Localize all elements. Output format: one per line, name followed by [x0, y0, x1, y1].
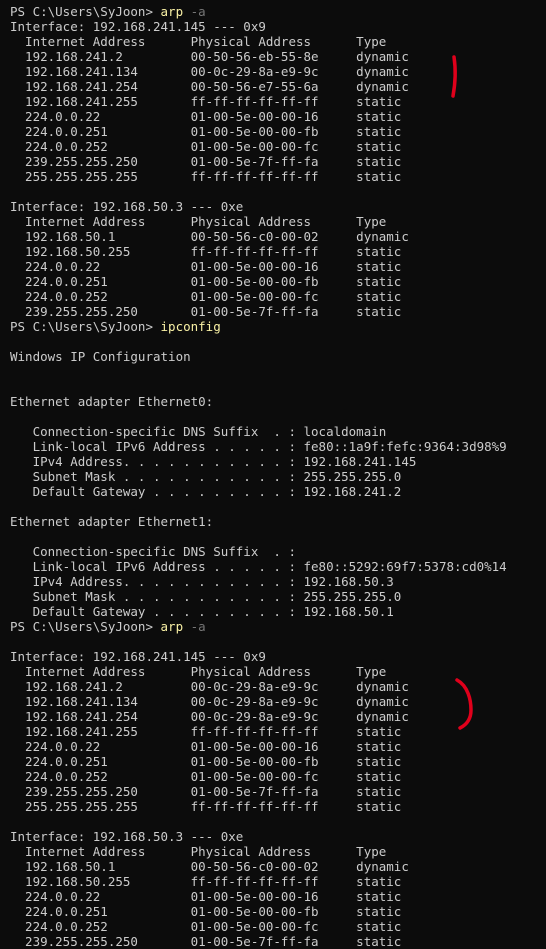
output-line: Connection-specific DNS Suffix . :	[10, 544, 296, 559]
output-line: 192.168.241.255 ff-ff-ff-ff-ff-ff static	[10, 724, 402, 739]
output-line: Windows IP Configuration	[10, 349, 191, 364]
output-line: Ethernet adapter Ethernet1:	[10, 514, 214, 529]
prompt-line: PS C:\Users\SyJoon> arp -a	[10, 4, 546, 19]
output-line: 224.0.0.22 01-00-5e-00-00-16 static	[10, 739, 402, 754]
output-line: 224.0.0.22 01-00-5e-00-00-16 static	[10, 259, 402, 274]
output-line: 192.168.241.134 00-0c-29-8a-e9-9c dynami…	[10, 694, 409, 709]
prompt-text: PS C:\Users\SyJoon>	[10, 4, 161, 19]
output-line: Subnet Mask . . . . . . . . . . . : 255.…	[10, 469, 402, 484]
output-line: 255.255.255.255 ff-ff-ff-ff-ff-ff static	[10, 169, 402, 184]
output-line: 192.168.241.254 00-50-56-e7-55-6a dynami…	[10, 79, 409, 94]
prompt-line: PS C:\Users\SyJoon> ipconfig	[10, 319, 546, 334]
output-line: 224.0.0.251 01-00-5e-00-00-fb static	[10, 124, 402, 139]
output-line: Ethernet adapter Ethernet0:	[10, 394, 214, 409]
output-line: Default Gateway . . . . . . . . . : 192.…	[10, 604, 394, 619]
output-line: Interface: 192.168.50.3 --- 0xe	[10, 829, 244, 844]
command-flag: -a	[183, 619, 206, 634]
output-line: 192.168.241.254 00-0c-29-8a-e9-9c dynami…	[10, 709, 409, 724]
output-line: 224.0.0.251 01-00-5e-00-00-fb static	[10, 904, 402, 919]
prompt-text: PS C:\Users\SyJoon>	[10, 319, 161, 334]
output-line: 192.168.241.2 00-50-56-eb-55-8e dynamic	[10, 49, 409, 64]
output-line: 224.0.0.251 01-00-5e-00-00-fb static	[10, 274, 402, 289]
output-line: Default Gateway . . . . . . . . . : 192.…	[10, 484, 402, 499]
command-flag: -a	[183, 4, 206, 19]
output-line: Connection-specific DNS Suffix . : local…	[10, 424, 387, 439]
output-line: Interface: 192.168.241.145 --- 0x9	[10, 649, 266, 664]
output-line: 239.255.255.250 01-00-5e-7f-ff-fa static	[10, 784, 402, 799]
output-line: 192.168.241.134 00-0c-29-8a-e9-9c dynami…	[10, 64, 409, 79]
command-text: arp	[160, 4, 184, 19]
output-line: 192.168.50.255 ff-ff-ff-ff-ff-ff static	[10, 874, 402, 889]
output-line: Internet Address Physical Address Type	[10, 664, 387, 679]
output-line: 224.0.0.252 01-00-5e-00-00-fc static	[10, 139, 402, 154]
output-line: 255.255.255.255 ff-ff-ff-ff-ff-ff static	[10, 799, 402, 814]
output-line: IPv4 Address. . . . . . . . . . . : 192.…	[10, 454, 417, 469]
output-line: 192.168.50.1 00-50-56-c0-00-02 dynamic	[10, 229, 409, 244]
output-line: Link-local IPv6 Address . . . . . : fe80…	[10, 559, 507, 574]
output-line: Internet Address Physical Address Type	[10, 844, 387, 859]
output-line: 224.0.0.252 01-00-5e-00-00-fc static	[10, 289, 402, 304]
output-line: Internet Address Physical Address Type	[10, 34, 387, 49]
output-line: 224.0.0.251 01-00-5e-00-00-fb static	[10, 754, 402, 769]
output-line: 224.0.0.22 01-00-5e-00-00-16 static	[10, 109, 402, 124]
output-line: Interface: 192.168.241.145 --- 0x9	[10, 19, 266, 34]
output-line: IPv4 Address. . . . . . . . . . . : 192.…	[10, 574, 394, 589]
terminal-output[interactable]: PS C:\Users\SyJoon> arp -a Interface: 192…	[10, 4, 546, 949]
output-line: 192.168.241.255 ff-ff-ff-ff-ff-ff static	[10, 94, 402, 109]
output-line: 239.255.255.250 01-00-5e-7f-ff-fa static	[10, 934, 402, 949]
command-text: ipconfig	[160, 319, 221, 334]
output-line: Subnet Mask . . . . . . . . . . . : 255.…	[10, 589, 402, 604]
output-line: 239.255.255.250 01-00-5e-7f-ff-fa static	[10, 154, 402, 169]
output-line: 192.168.50.1 00-50-56-c0-00-02 dynamic	[10, 859, 409, 874]
output-line: Internet Address Physical Address Type	[10, 214, 387, 229]
prompt-text: PS C:\Users\SyJoon>	[10, 619, 161, 634]
output-line: Link-local IPv6 Address . . . . . : fe80…	[10, 439, 507, 454]
output-line: 224.0.0.22 01-00-5e-00-00-16 static	[10, 889, 402, 904]
prompt-line: PS C:\Users\SyJoon> arp -a	[10, 619, 546, 634]
output-line: 192.168.50.255 ff-ff-ff-ff-ff-ff static	[10, 244, 402, 259]
output-line: 239.255.255.250 01-00-5e-7f-ff-fa static	[10, 304, 402, 319]
output-line: Interface: 192.168.50.3 --- 0xe	[10, 199, 244, 214]
output-line: 192.168.241.2 00-0c-29-8a-e9-9c dynamic	[10, 679, 409, 694]
output-line: 224.0.0.252 01-00-5e-00-00-fc static	[10, 769, 402, 784]
command-text: arp	[160, 619, 184, 634]
output-line: 224.0.0.252 01-00-5e-00-00-fc static	[10, 919, 402, 934]
